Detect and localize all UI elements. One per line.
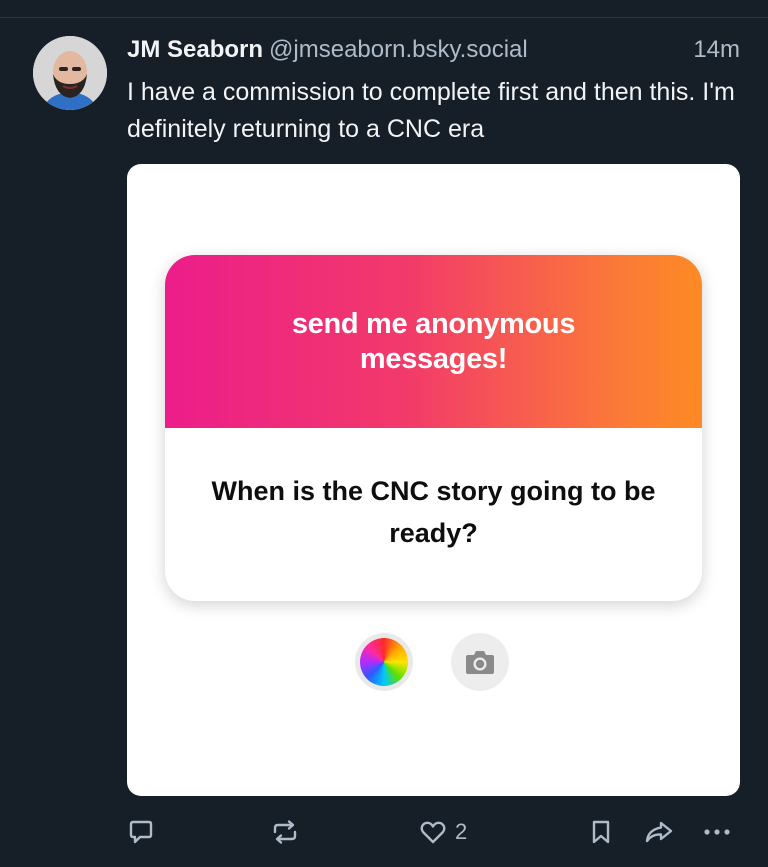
color-picker-button (355, 633, 413, 691)
author-handle[interactable]: @jmseaborn.bsky.social (269, 36, 528, 63)
camera-icon (466, 651, 494, 674)
post-actions: 2 (0, 812, 768, 852)
anonymous-message-card: send me anonymous messages! When is the … (165, 255, 702, 601)
camera-button (451, 633, 509, 691)
author-name[interactable]: JM Seaborn (127, 36, 263, 63)
card-body: When is the CNC story going to be ready? (165, 428, 702, 601)
more-icon (704, 829, 730, 835)
repost-button[interactable] (271, 812, 299, 852)
bookmark-icon (592, 820, 610, 844)
post-timestamp[interactable]: 14m (693, 36, 740, 64)
post-header: JM Seaborn @jmseaborn.bsky.social 14m (127, 36, 740, 68)
share-button[interactable] (644, 812, 674, 852)
share-icon (645, 821, 673, 843)
top-divider (0, 17, 768, 18)
post-text: I have a commission to complete first an… (127, 78, 735, 143)
avatar[interactable] (33, 36, 107, 110)
like-count: 2 (455, 819, 468, 844)
repost-icon (273, 820, 297, 844)
reply-icon (129, 820, 153, 844)
card-heading: send me anonymous messages! (291, 307, 576, 375)
card-question: When is the CNC story going to be ready? (211, 475, 656, 548)
more-options-button[interactable] (702, 812, 732, 852)
card-header: send me anonymous messages! (165, 255, 702, 428)
avatar-illustration (33, 36, 107, 110)
reply-button[interactable] (128, 812, 154, 852)
heart-icon (420, 821, 446, 844)
image-embed[interactable]: send me anonymous messages! When is the … (127, 164, 740, 796)
bookmark-button[interactable] (589, 812, 613, 852)
like-button[interactable]: 2 (419, 812, 467, 852)
color-wheel-icon (360, 638, 408, 686)
